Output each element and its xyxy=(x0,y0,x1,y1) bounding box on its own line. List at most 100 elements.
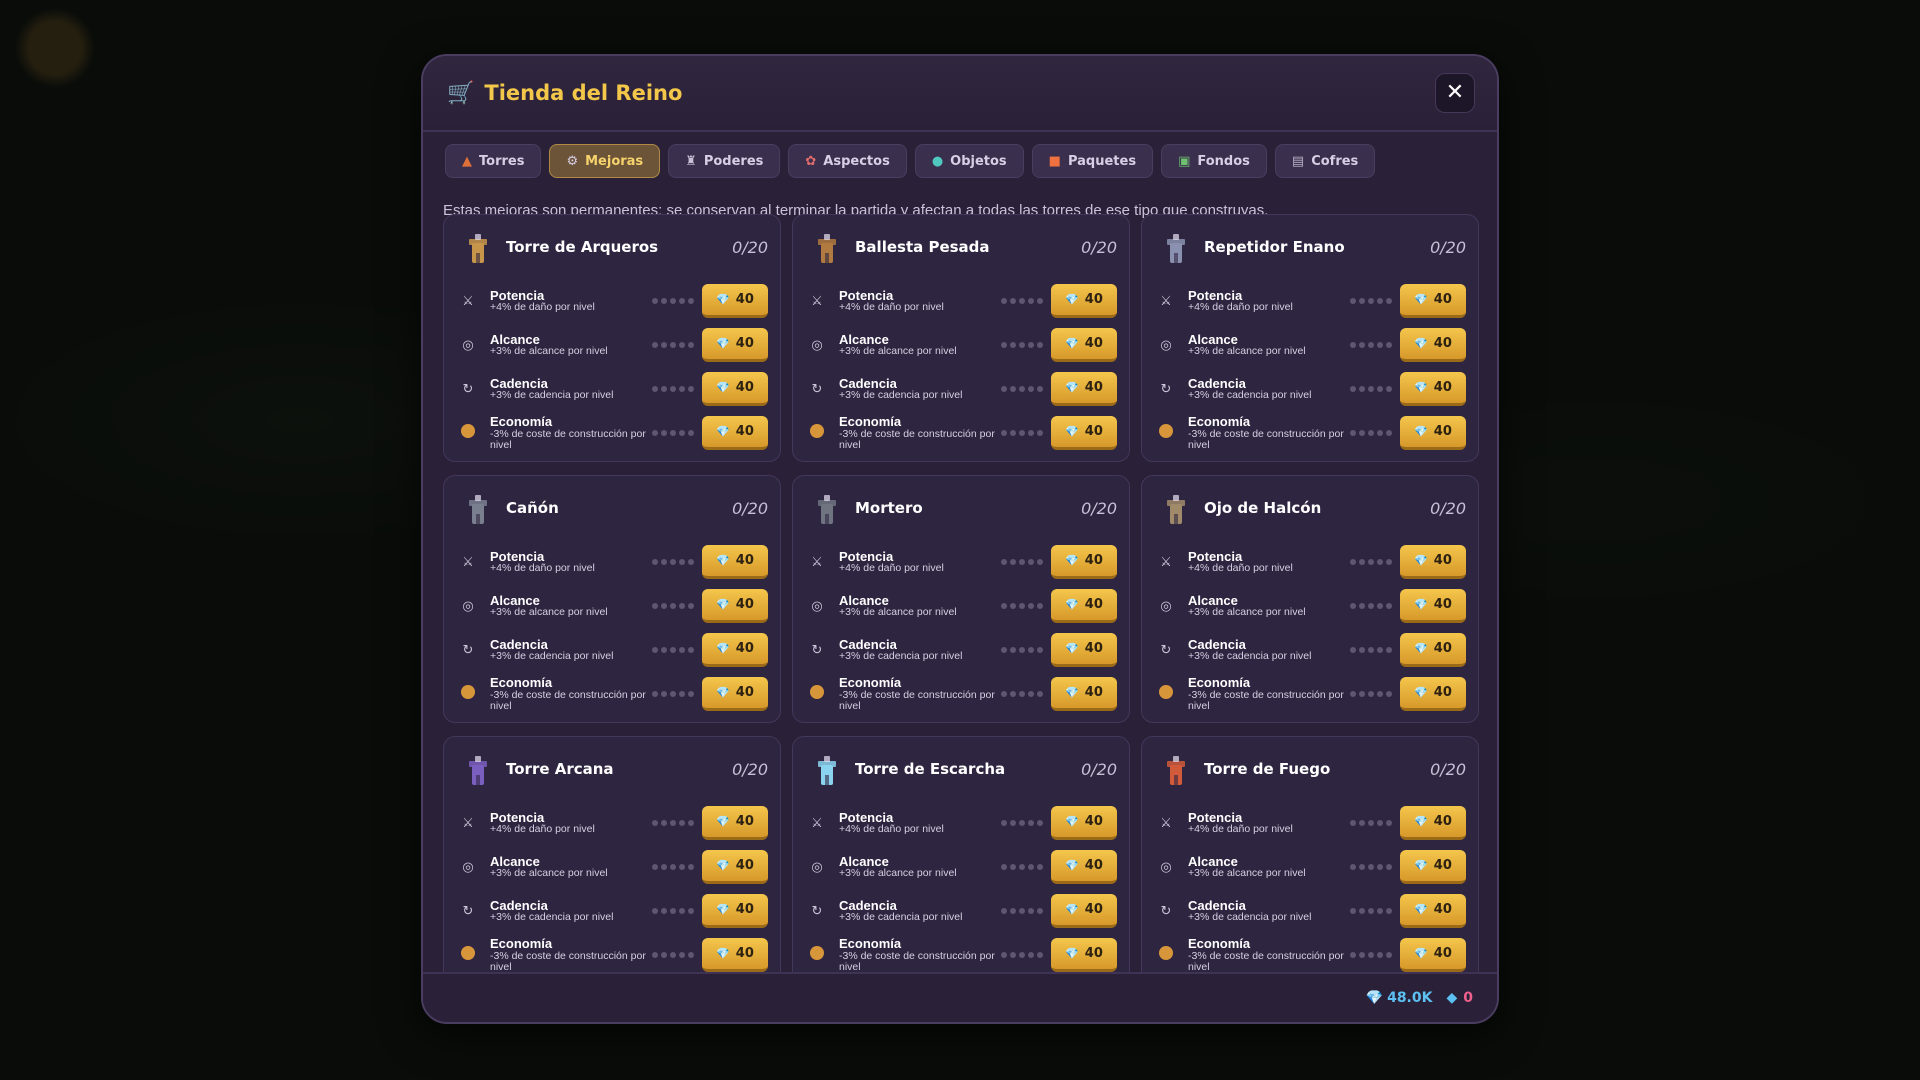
gear-icon: ⚙ xyxy=(566,153,579,169)
buy-upgrade-button[interactable]: 💎 40 xyxy=(1400,894,1466,928)
buy-upgrade-button[interactable]: 💎 40 xyxy=(1400,938,1466,972)
buy-upgrade-button[interactable]: 💎 40 xyxy=(1051,806,1117,840)
upgrade-name: Potencia xyxy=(839,809,894,825)
buy-upgrade-button[interactable]: 💎 40 xyxy=(702,545,768,579)
progress-dot xyxy=(1359,820,1365,826)
upgrade-progress-dots xyxy=(652,342,694,348)
buy-upgrade-button[interactable]: 💎 40 xyxy=(702,372,768,406)
upgrade-description: +3% de cadencia por nivel xyxy=(839,650,963,663)
upgrade-progress-dots xyxy=(1350,342,1392,348)
tab-objetos[interactable]: ● Objetos xyxy=(914,144,1024,178)
buy-upgrade-button[interactable]: 💎 40 xyxy=(702,416,768,450)
buy-upgrade-button[interactable]: 💎 40 xyxy=(1051,284,1117,318)
buy-upgrade-button[interactable]: 💎 40 xyxy=(1051,545,1117,579)
upgrade-name: Alcance xyxy=(1188,853,1238,869)
gem-icon: 💎 xyxy=(716,381,730,394)
tab-mejoras[interactable]: ⚙ Mejoras xyxy=(549,144,661,178)
upgrade-price: 40 xyxy=(735,553,754,568)
buy-upgrade-button[interactable]: 💎 40 xyxy=(1400,806,1466,840)
coin-icon xyxy=(460,424,476,442)
upgrade-name: Alcance xyxy=(490,592,540,608)
buy-upgrade-button[interactable]: 💎 40 xyxy=(702,894,768,928)
upgrade-text: Cadencia +3% de cadencia por nivel xyxy=(490,377,652,402)
buy-upgrade-button[interactable]: 💎 40 xyxy=(1051,416,1117,450)
coin-shape xyxy=(1159,424,1173,438)
progress-dot xyxy=(679,386,685,392)
buy-upgrade-button[interactable]: 💎 40 xyxy=(1400,372,1466,406)
upgrade-text: Cadencia +3% de cadencia por nivel xyxy=(839,638,1001,663)
upgrade-description: -3% de coste de construcción por nivel xyxy=(490,688,646,712)
ballista-icon xyxy=(809,229,845,265)
buy-upgrade-button[interactable]: 💎 40 xyxy=(1400,633,1466,667)
buy-upgrade-button[interactable]: 💎 40 xyxy=(702,938,768,972)
progress-dot xyxy=(1368,864,1374,870)
progress-dot xyxy=(1350,908,1356,914)
buy-upgrade-button[interactable]: 💎 40 xyxy=(1051,850,1117,884)
progress-dot xyxy=(679,908,685,914)
upgrade-text: Cadencia +3% de cadencia por nivel xyxy=(490,638,652,663)
progress-dot xyxy=(1386,342,1392,348)
progress-dot xyxy=(1019,864,1025,870)
coin-icon xyxy=(809,685,825,703)
buy-upgrade-button[interactable]: 💎 40 xyxy=(1400,545,1466,579)
progress-dot xyxy=(1386,298,1392,304)
buy-upgrade-button[interactable]: 💎 40 xyxy=(1051,589,1117,623)
progress-dot xyxy=(1350,691,1356,697)
buy-upgrade-button[interactable]: 💎 40 xyxy=(1400,677,1466,711)
coin-shape xyxy=(461,946,475,960)
upgrade-progress-dots xyxy=(652,864,694,870)
upgrade-text: Potencia +4% de daño por nivel xyxy=(490,550,652,575)
tab-fondos[interactable]: ▣ Fondos xyxy=(1161,144,1267,178)
buy-upgrade-button[interactable]: 💎 40 xyxy=(1051,633,1117,667)
upgrade-price: 40 xyxy=(1084,814,1103,829)
gem-icon: 💎 xyxy=(1414,815,1428,828)
buy-upgrade-button[interactable]: 💎 40 xyxy=(702,850,768,884)
progress-dot xyxy=(688,430,694,436)
tab-cofres[interactable]: ▤ Cofres xyxy=(1274,144,1376,178)
buy-upgrade-button[interactable]: 💎 40 xyxy=(1051,328,1117,362)
upgrade-description: +3% de cadencia por nivel xyxy=(1188,650,1312,663)
buy-upgrade-button[interactable]: 💎 40 xyxy=(702,589,768,623)
buy-upgrade-button[interactable]: 💎 40 xyxy=(1400,328,1466,362)
progress-dot xyxy=(1001,952,1007,958)
upgrade-price: 40 xyxy=(1433,380,1452,395)
buy-upgrade-button[interactable]: 💎 40 xyxy=(702,806,768,840)
buy-upgrade-button[interactable]: 💎 40 xyxy=(1051,372,1117,406)
coin-shape xyxy=(1159,946,1173,960)
buy-upgrade-button[interactable]: 💎 40 xyxy=(1400,416,1466,450)
upgrade-progress-dots xyxy=(1350,559,1392,565)
buy-upgrade-button[interactable]: 💎 40 xyxy=(702,284,768,318)
gem-icon: 💎 xyxy=(716,815,730,828)
upgrade-description: +3% de cadencia por nivel xyxy=(1188,911,1312,924)
buy-upgrade-button[interactable]: 💎 40 xyxy=(702,677,768,711)
upgrade-description: +3% de alcance por nivel xyxy=(490,867,608,880)
upgrade-description: +4% de daño por nivel xyxy=(490,562,595,575)
tab-aspectos[interactable]: ✿ Aspectos xyxy=(788,144,907,178)
gem-icon: 💎 xyxy=(1414,381,1428,394)
progress-dot xyxy=(688,864,694,870)
close-button[interactable]: ✕ xyxy=(1435,73,1475,113)
coin-icon xyxy=(809,946,825,964)
upgrade-row-economía: Economía -3% de coste de construcción por… xyxy=(809,933,1117,977)
buy-upgrade-button[interactable]: 💎 40 xyxy=(1051,894,1117,928)
buy-upgrade-button[interactable]: 💎 40 xyxy=(1051,938,1117,972)
buy-upgrade-button[interactable]: 💎 40 xyxy=(1400,850,1466,884)
coin-shape xyxy=(461,424,475,438)
progress-dot xyxy=(1386,559,1392,565)
progress-dot xyxy=(1037,298,1043,304)
buy-upgrade-button[interactable]: 💎 40 xyxy=(702,633,768,667)
progress-dot xyxy=(1028,864,1034,870)
upgrade-price: 40 xyxy=(735,902,754,917)
tab-paquetes[interactable]: ■ Paquetes xyxy=(1031,144,1154,178)
buy-upgrade-button[interactable]: 💎 40 xyxy=(1400,589,1466,623)
buy-upgrade-button[interactable]: 💎 40 xyxy=(702,328,768,362)
tab-torres[interactable]: ▲ Torres xyxy=(445,144,542,178)
tab-poderes[interactable]: ♜ Poderes xyxy=(668,144,781,178)
upgrade-progress-dots xyxy=(652,691,694,697)
refresh-icon: ↻ xyxy=(1160,903,1172,919)
progress-dot xyxy=(1386,952,1392,958)
progress-dot xyxy=(1359,386,1365,392)
buy-upgrade-button[interactable]: 💎 40 xyxy=(1051,677,1117,711)
buy-upgrade-button[interactable]: 💎 40 xyxy=(1400,284,1466,318)
progress-dot xyxy=(1010,603,1016,609)
